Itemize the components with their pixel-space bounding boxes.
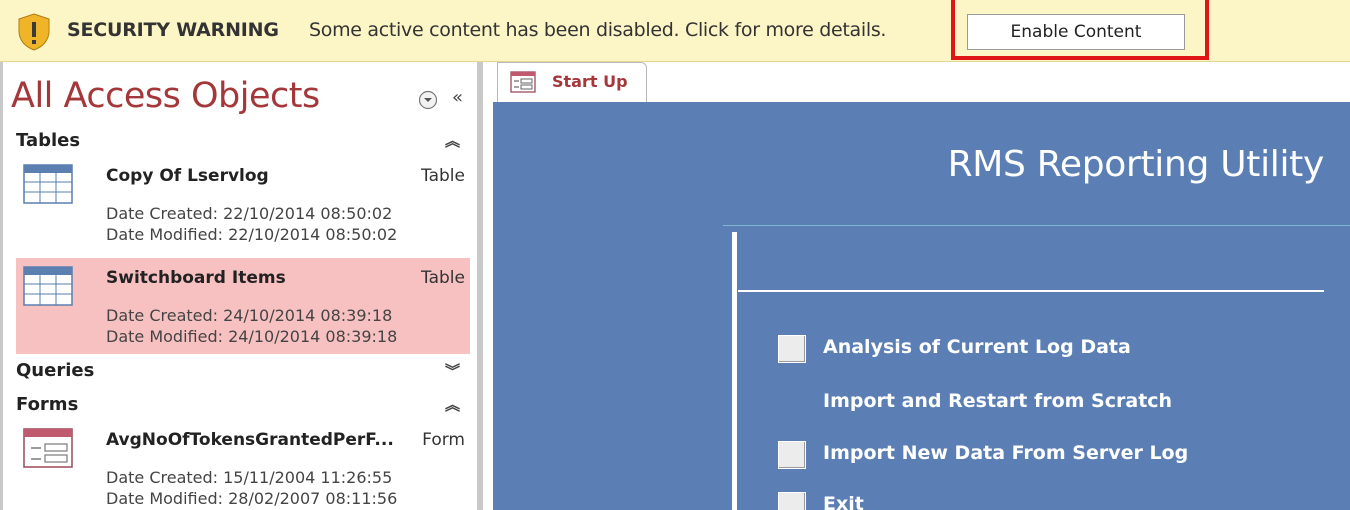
form-divider-horizontal — [738, 290, 1324, 292]
navigation-pane-inner: All Access Objects « Tables ︽ Copy Of Ls… — [0, 62, 477, 510]
object-type: Form — [422, 430, 465, 450]
nav-pane-title[interactable]: All Access Objects — [11, 76, 320, 116]
object-type: Table — [421, 268, 465, 288]
list-item-avgnooftokens[interactable]: AvgNoOfTokensGrantedPerF... Form Date Cr… — [16, 420, 470, 510]
document-area: Start Up RMS Reporting Utility Analysis … — [489, 62, 1350, 510]
object-name: Switchboard Items — [106, 268, 286, 288]
enable-content-button[interactable]: Enable Content — [967, 14, 1185, 50]
import-new-data-button[interactable] — [778, 441, 806, 469]
shutter-bar-collapse-icon[interactable]: « — [452, 87, 463, 108]
table-icon — [23, 164, 73, 204]
date-created: Date Created: 15/11/2004 11:26:55 — [106, 468, 393, 487]
form-tab-icon — [510, 71, 536, 93]
exit-label[interactable]: Exit — [823, 493, 864, 510]
group-header-tables[interactable]: Tables ︽ — [16, 128, 470, 156]
object-name: AvgNoOfTokensGrantedPerF... — [106, 430, 394, 450]
object-type: Table — [421, 166, 465, 186]
security-warning-title: SECURITY WARNING — [67, 19, 279, 41]
tab-start-up[interactable]: Start Up — [497, 62, 647, 102]
import-new-data-label[interactable]: Import New Data From Server Log — [823, 442, 1188, 464]
group-header-queries[interactable]: Queries ︾ — [16, 358, 470, 386]
chevron-down-icon[interactable]: ︾ — [445, 360, 460, 381]
date-modified: Date Modified: 24/10/2014 08:39:18 — [106, 327, 398, 346]
group-header-forms[interactable]: Forms ︽ — [16, 392, 470, 420]
form-title: RMS Reporting Utility — [947, 144, 1325, 185]
object-name: Copy Of Lservlog — [106, 166, 269, 186]
date-modified: Date Modified: 22/10/2014 08:50:02 — [106, 225, 398, 244]
group-label: Forms — [16, 394, 79, 415]
chevron-up-icon[interactable]: ︽ — [445, 130, 460, 151]
table-icon — [23, 266, 73, 306]
group-label: Queries — [16, 360, 95, 381]
form-divider-top — [723, 225, 1350, 226]
switchboard-form: RMS Reporting Utility Analysis of Curren… — [493, 102, 1350, 510]
security-warning-message[interactable]: Some active content has been disabled. C… — [309, 19, 886, 41]
nav-menu-dropdown-icon[interactable] — [418, 90, 438, 110]
form-icon — [23, 428, 73, 468]
date-created: Date Created: 24/10/2014 08:39:18 — [106, 306, 393, 325]
list-item-copy-of-lservlog[interactable]: Copy Of Lservlog Table Date Created: 22/… — [16, 156, 470, 252]
warning-shield-icon — [18, 13, 50, 51]
exit-button[interactable] — [778, 492, 806, 510]
analysis-current-log-button[interactable] — [778, 335, 806, 363]
tab-label: Start Up — [552, 72, 628, 91]
import-restart-label[interactable]: Import and Restart from Scratch — [823, 390, 1172, 412]
navigation-pane: All Access Objects « Tables ︽ Copy Of Ls… — [0, 62, 483, 510]
chevron-up-icon[interactable]: ︽ — [445, 394, 460, 415]
date-created: Date Created: 22/10/2014 08:50:02 — [106, 204, 393, 223]
security-warning-bar[interactable]: SECURITY WARNING Some active content has… — [0, 0, 1350, 62]
group-label: Tables — [16, 130, 81, 151]
list-item-switchboard-items[interactable]: Switchboard Items Table Date Created: 24… — [16, 258, 470, 354]
date-modified: Date Modified: 28/02/2007 08:11:56 — [106, 489, 398, 508]
analysis-current-log-label[interactable]: Analysis of Current Log Data — [823, 336, 1131, 358]
form-divider-vertical — [732, 232, 737, 510]
